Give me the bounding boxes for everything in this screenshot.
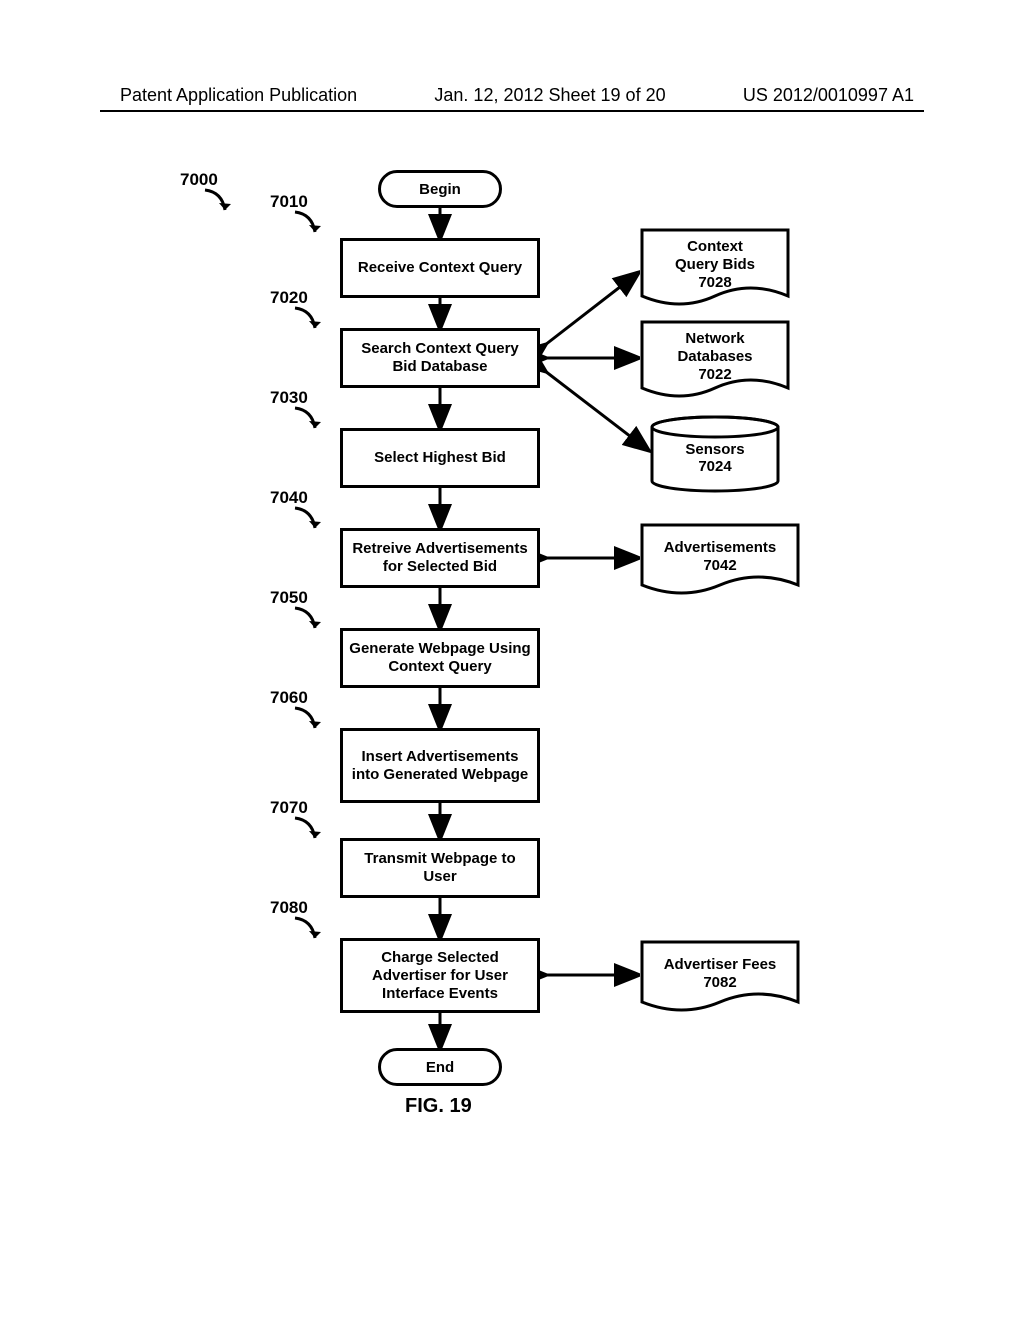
node-7030-text: Select Highest Bid: [374, 449, 506, 467]
node-7020: Search Context Query Bid Database: [340, 328, 540, 388]
node-7070-text: Transmit Webpage to User: [349, 850, 531, 886]
node-7060: Insert Advertisements into Generated Web…: [340, 728, 540, 803]
node-begin-text: Begin: [419, 181, 461, 198]
label-7030: 7030: [270, 388, 308, 408]
node-7030: Select Highest Bid: [340, 428, 540, 488]
node-7022-line2: Databases: [677, 348, 752, 366]
label-7000: 7000: [180, 170, 218, 190]
node-7050-text: Generate Webpage Using Context Query: [349, 640, 531, 676]
diagram-canvas: Begin Receive Context Query Search Conte…: [0, 0, 1024, 1320]
pointer-7060-icon: [290, 706, 330, 736]
pointer-7040-icon: [290, 506, 330, 536]
label-7022: 7022: [698, 366, 731, 384]
node-7070: Transmit Webpage to User: [340, 838, 540, 898]
pointer-7080-icon: [290, 916, 330, 946]
pointer-7010-icon: [290, 210, 330, 240]
label-7028: 7028: [698, 274, 731, 292]
node-7024-text: Sensors: [685, 441, 744, 458]
label-7060: 7060: [270, 688, 308, 708]
pointer-7020-icon: [290, 306, 330, 336]
node-7080-text: Charge Selected Advertiser for User Inte…: [349, 949, 531, 1003]
label-7042: 7042: [703, 557, 736, 575]
node-7010-text: Receive Context Query: [358, 259, 522, 277]
pointer-7000-icon: [200, 188, 240, 218]
figure-label: FIG. 19: [405, 1095, 472, 1118]
node-7028: Context Query Bids 7028: [640, 228, 790, 310]
node-end-text: End: [426, 1059, 454, 1076]
pointer-7050-icon: [290, 606, 330, 636]
node-7050: Generate Webpage Using Context Query: [340, 628, 540, 688]
pointer-7030-icon: [290, 406, 330, 436]
node-begin: Begin: [378, 170, 502, 208]
node-7024: Sensors 7024: [648, 415, 782, 493]
label-7040: 7040: [270, 488, 308, 508]
node-7042-text: Advertisements: [664, 539, 777, 557]
node-7022-line1: Network: [685, 330, 744, 348]
label-7080: 7080: [270, 898, 308, 918]
label-7010: 7010: [270, 192, 308, 212]
node-7082: Advertiser Fees 7082: [640, 940, 800, 1015]
node-7022: Network Databases 7022: [640, 320, 790, 402]
node-7010: Receive Context Query: [340, 238, 540, 298]
node-7020-text: Search Context Query Bid Database: [349, 340, 531, 376]
node-end: End: [378, 1048, 502, 1086]
label-7070: 7070: [270, 798, 308, 818]
label-7020: 7020: [270, 288, 308, 308]
node-7040-text: Retreive Advertisements for Selected Bid: [349, 540, 531, 576]
label-7024: 7024: [698, 458, 731, 475]
node-7080: Charge Selected Advertiser for User Inte…: [340, 938, 540, 1013]
label-7082: 7082: [703, 974, 736, 992]
label-7050: 7050: [270, 588, 308, 608]
node-7028-line2: Query Bids: [675, 256, 755, 274]
node-7040: Retreive Advertisements for Selected Bid: [340, 528, 540, 588]
node-7028-line1: Context: [687, 238, 743, 256]
node-7042: Advertisements 7042: [640, 523, 800, 598]
pointer-7070-icon: [290, 816, 330, 846]
node-7082-text: Advertiser Fees: [664, 956, 777, 974]
node-7060-text: Insert Advertisements into Generated Web…: [349, 748, 531, 784]
